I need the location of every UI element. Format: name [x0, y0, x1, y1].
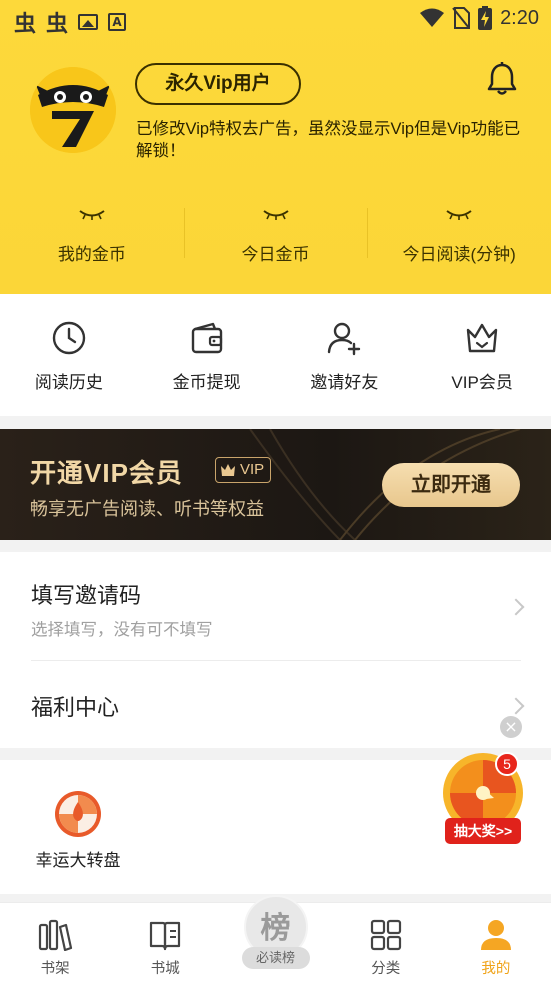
tab-bookshelf[interactable]: 书架: [0, 903, 110, 981]
cat-logo-icon: [30, 67, 116, 153]
user-icon: [480, 920, 511, 950]
text-notification-icon: A: [108, 13, 127, 31]
tab-category[interactable]: 分类: [331, 903, 441, 981]
status-bar: 虫 虫 A 2:20: [0, 0, 551, 38]
wallet-icon: [191, 322, 222, 354]
row-title: 福利中心: [31, 695, 120, 720]
row-title: 填写邀请码: [31, 583, 142, 608]
invite-code-row[interactable]: 填写邀请码 选择填写，没有可不填写: [0, 552, 551, 660]
quick-action-label: VIP会员: [451, 373, 513, 392]
vip-member-button[interactable]: VIP会员: [413, 294, 551, 416]
grid-icon: [370, 919, 401, 951]
tab-label: 分类: [371, 961, 401, 977]
tab-label: 书城: [150, 961, 180, 977]
stat-today-coins[interactable]: 今日金币: [183, 200, 368, 270]
coin-withdraw-button[interactable]: 金币提现: [138, 294, 276, 416]
stats-row: 我的金币 今日金币 今日阅读(分钟): [0, 200, 551, 270]
tab-label: 书架: [40, 961, 70, 977]
open-vip-button[interactable]: 立即开通: [382, 463, 520, 507]
add-user-icon: [328, 322, 361, 356]
quick-action-label: 邀请好友: [310, 373, 379, 392]
crown-icon: [466, 323, 498, 353]
invite-friends-button[interactable]: 邀请好友: [276, 294, 414, 416]
settings-list: 填写邀请码 选择填写，没有可不填写 福利中心: [0, 552, 551, 748]
image-notification-icon: [78, 14, 99, 30]
reading-history-button[interactable]: 阅读历史: [0, 294, 138, 416]
app-notification-icon: 虫: [14, 12, 37, 37]
row-subtitle: 选择填写，没有可不填写: [31, 621, 213, 639]
stat-label: 今日阅读(分钟): [402, 245, 516, 264]
quick-action-label: 金币提现: [172, 373, 241, 392]
tab-ranking[interactable]: 榜 必读榜: [220, 895, 330, 981]
chevron-right-icon: [507, 697, 525, 715]
bell-icon[interactable]: [486, 62, 518, 96]
chevron-right-icon: [507, 598, 525, 616]
lottery-count-badge: 5: [495, 752, 519, 776]
quick-actions: 阅读历史 金币提现 邀请好友 VIP会员: [0, 294, 551, 416]
vip-note: 已修改Vip特权去广告，虽然没显示Vip但是Vip功能已解锁！: [136, 120, 521, 160]
tab-label: 必读榜: [241, 947, 310, 969]
battery-charging-icon: [478, 6, 493, 30]
vip-banner[interactable]: 开通VIP会员 VIP 畅享无广告阅读、听书等权益 立即开通: [0, 429, 551, 540]
lottery-button[interactable]: 抽大奖>>: [445, 818, 521, 844]
ranking-char: 榜: [260, 911, 291, 946]
bottom-nav: 书架 书城 榜 必读榜 分类 我的: [0, 895, 551, 981]
book-icon: [150, 921, 181, 951]
stat-my-coins[interactable]: 我的金币: [0, 200, 184, 270]
vip-tag-label: VIP: [240, 461, 265, 478]
hidden-eye-icon: [79, 210, 105, 220]
wifi-icon: [420, 8, 445, 27]
bookshelf-icon: [38, 919, 73, 952]
vip-tag: VIP: [215, 457, 272, 483]
crown-icon: [221, 464, 235, 476]
tab-bookstore[interactable]: 书城: [110, 903, 220, 981]
app-notification-icon: 虫: [46, 12, 69, 37]
clock-icon: [52, 321, 86, 355]
quick-action-label: 阅读历史: [34, 373, 103, 392]
lucky-wheel-label[interactable]: 幸运大转盘: [32, 846, 124, 871]
hidden-eye-icon: [262, 210, 289, 220]
tab-mine[interactable]: 我的: [441, 903, 551, 981]
avatar[interactable]: [30, 67, 116, 153]
stat-label: 我的金币: [57, 245, 126, 264]
hidden-eye-icon: [446, 210, 472, 220]
close-icon[interactable]: ×: [500, 716, 522, 738]
banner-title: 开通VIP会员: [30, 458, 183, 488]
banner-subtitle: 畅享无广告阅读、听书等权益: [30, 499, 264, 519]
profile-header: 虫 虫 A 2:20 永久Vip用户 已修改Vip特权去广告，虽然没显示Vip但…: [0, 0, 551, 294]
welfare-center-row[interactable]: 福利中心: [0, 660, 551, 748]
clock-time: 2:20: [500, 6, 539, 29]
stat-today-reading[interactable]: 今日阅读(分钟): [367, 200, 551, 270]
stat-label: 今日金币: [241, 245, 310, 264]
no-sim-icon: [452, 7, 471, 29]
lucky-wheel-icon[interactable]: [54, 790, 102, 838]
tab-label: 我的: [481, 961, 511, 977]
vip-badge[interactable]: 永久Vip用户: [135, 63, 301, 105]
